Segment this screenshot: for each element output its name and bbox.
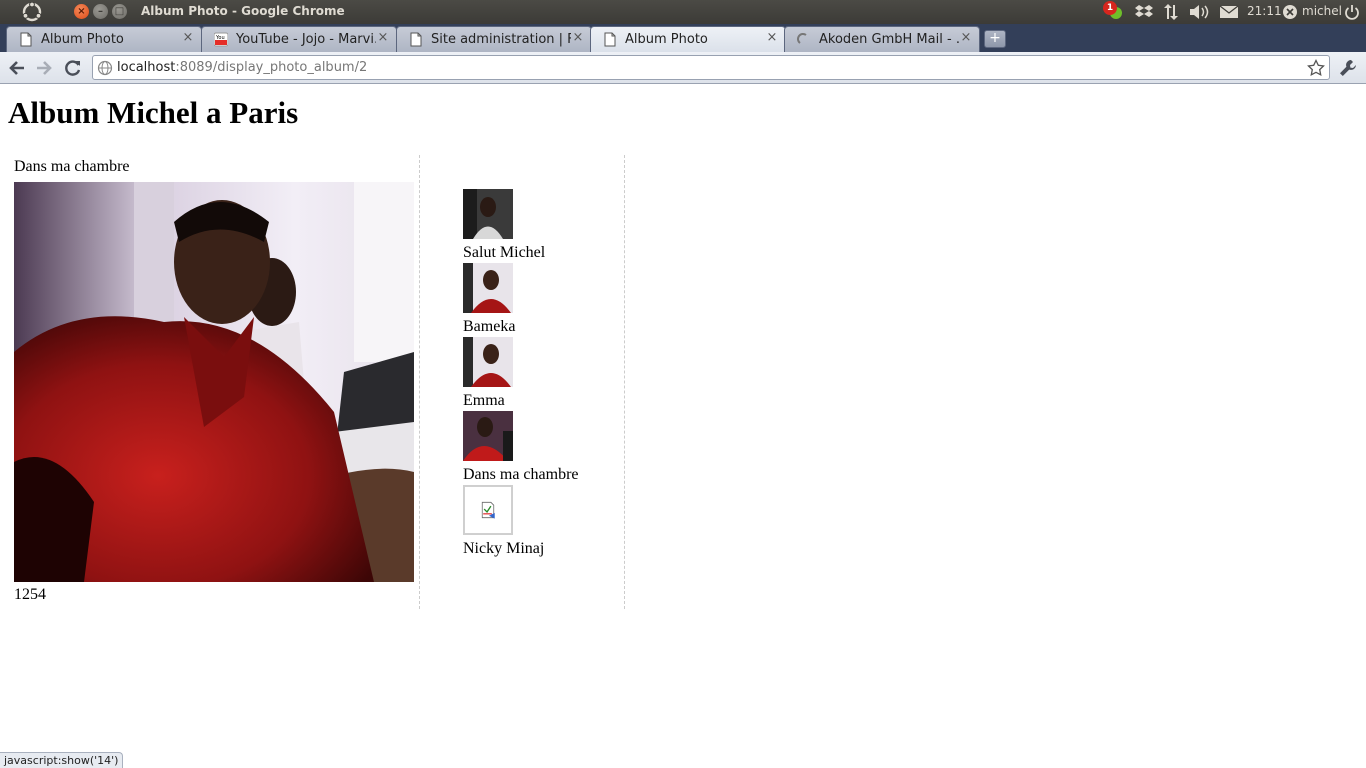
loading-icon	[797, 33, 807, 44]
thumbnail-caption: Dans ma chambre	[463, 466, 579, 483]
ubuntu-logo-icon[interactable]	[22, 2, 42, 22]
user-name[interactable]: michel	[1302, 4, 1342, 18]
volume-icon[interactable]	[1188, 3, 1210, 21]
url-host: localhost	[117, 60, 176, 75]
page-content: Album Michel a Paris Dans ma chambre 125…	[0, 85, 1366, 768]
wrench-icon[interactable]	[1338, 58, 1358, 78]
tab-title: Album Photo	[41, 32, 124, 47]
system-top-panel: × – □ Album Photo - Google Chrome 1 21:1…	[0, 0, 1366, 24]
window-title: Album Photo - Google Chrome	[141, 4, 345, 18]
window-maximize-button[interactable]: □	[112, 4, 127, 19]
tab-title: Akoden GmbH Mail - …	[819, 32, 959, 47]
address-bar[interactable]: localhost:8089/display_photo_album/2	[92, 55, 1330, 80]
window-close-button[interactable]: ×	[74, 4, 89, 19]
notification-badge: 1	[1103, 1, 1117, 15]
tab[interactable]: Site administration | Fi… ×	[396, 26, 592, 52]
broken-image-icon[interactable]	[463, 485, 513, 535]
window-minimize-button[interactable]: –	[93, 4, 108, 19]
thumbnail-caption: Bameka	[463, 318, 516, 335]
main-photo	[14, 182, 414, 582]
browser-toolbar: localhost:8089/display_photo_album/2	[0, 52, 1366, 84]
main-photo-caption: Dans ma chambre	[14, 158, 130, 175]
page-icon	[410, 32, 422, 47]
tab-close-icon[interactable]: ×	[181, 31, 195, 45]
youtube-icon: You	[214, 32, 228, 47]
tab[interactable]: Album Photo ×	[6, 26, 202, 52]
status-bubble: javascript:show('14')	[0, 752, 124, 768]
power-icon[interactable]	[1344, 3, 1360, 21]
tab[interactable]: You YouTube - Jojo - Marvi… ×	[201, 26, 397, 52]
clock[interactable]: 21:11	[1247, 4, 1282, 18]
thumbnail-caption: Salut Michel	[463, 244, 546, 261]
tab-strip: Album Photo × You YouTube - Jojo - Marvi…	[0, 24, 1366, 52]
main-photo-id: 1254	[14, 586, 46, 603]
tab-close-icon[interactable]: ×	[376, 31, 390, 45]
tab[interactable]: Akoden GmbH Mail - … ×	[784, 26, 980, 52]
thumbnail-image[interactable]	[463, 411, 513, 461]
tab-title: Site administration | Fi…	[431, 32, 571, 47]
thumbnail-image[interactable]	[463, 263, 513, 313]
new-tab-button[interactable]: +	[984, 30, 1006, 48]
network-icon[interactable]	[1162, 3, 1180, 21]
tab-close-icon[interactable]: ×	[959, 31, 973, 45]
thumbnail-image[interactable]	[463, 337, 513, 387]
tab-close-icon[interactable]: ×	[765, 31, 779, 45]
page-icon	[20, 32, 32, 47]
thumbnail-caption: Emma	[463, 392, 505, 409]
thumbnail-list: Salut Michel Bameka Emma Dans ma chambre…	[421, 155, 625, 609]
tab-title: YouTube - Jojo - Marvi…	[236, 32, 376, 47]
thumbnail-caption: Nicky Minaj	[463, 540, 545, 557]
back-arrow-icon[interactable]	[7, 58, 27, 78]
globe-icon[interactable]	[97, 60, 113, 76]
bookmark-star-icon[interactable]	[1307, 59, 1325, 77]
tab-close-icon[interactable]: ×	[571, 31, 585, 45]
user-status-icon[interactable]	[1282, 3, 1298, 21]
page-icon	[604, 32, 616, 47]
url-path: :8089/display_photo_album/2	[175, 60, 368, 75]
tab-title: Album Photo	[625, 32, 708, 47]
url-text: localhost:8089/display_photo_album/2	[117, 60, 367, 75]
main-photo-panel: Dans ma chambre 1254	[8, 155, 420, 609]
mail-icon[interactable]	[1219, 3, 1239, 21]
dropbox-icon[interactable]	[1135, 3, 1153, 21]
forward-arrow-icon[interactable]	[34, 58, 54, 78]
thumbnail-image[interactable]	[463, 189, 513, 239]
tab-active[interactable]: Album Photo ×	[590, 26, 786, 52]
reload-icon[interactable]	[63, 58, 83, 78]
svg-text:You: You	[215, 35, 225, 41]
page-title: Album Michel a Paris	[8, 95, 299, 130]
